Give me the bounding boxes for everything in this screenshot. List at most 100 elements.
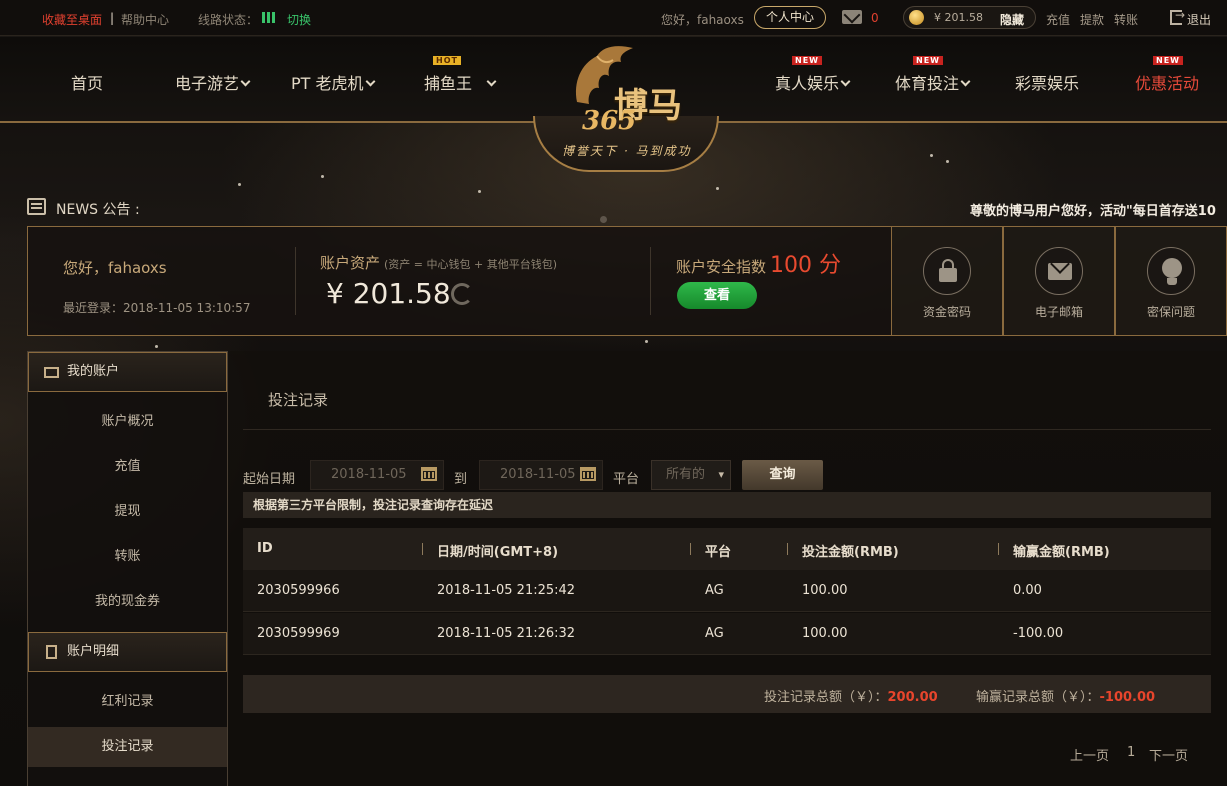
table-row: 2030599966 2018-11-05 21:25:42 AG 100.00… — [243, 570, 1211, 612]
assets-title: 账户资产 — [320, 254, 381, 272]
sidebar-section-label: 账户明细 — [67, 644, 120, 659]
add-to-desktop-link[interactable]: 收藏至桌面 — [42, 11, 102, 28]
nav-promotions[interactable]: 优惠活动 — [1135, 70, 1199, 94]
wallet-balance: ¥ 201.58 隐藏 — [903, 6, 1036, 29]
help-center-link[interactable]: 帮助中心 — [121, 11, 169, 28]
refresh-icon[interactable] — [451, 283, 473, 305]
star-decoration — [238, 183, 241, 186]
win-total-label: 输赢记录总额（￥）： — [976, 690, 1100, 705]
nav-live-casino[interactable]: 真人娱乐 — [775, 70, 851, 94]
sidebar: 我的账户 账户概况 充值 提现 转账 我的现金券 账户明细 红利记录 投注记录 — [27, 351, 228, 786]
cell-bet-amount: 100.00 — [802, 583, 848, 598]
chevron-down-icon — [240, 76, 251, 87]
email-card[interactable]: 电子邮箱 — [1003, 226, 1115, 336]
start-date-label: 起始日期 — [243, 472, 296, 487]
logout-icon[interactable] — [1170, 8, 1185, 25]
column-separator — [787, 543, 788, 555]
column-separator — [422, 543, 423, 555]
fund-password-card[interactable]: 资金密码 — [891, 226, 1003, 336]
cell-id: 2030599966 — [257, 583, 340, 598]
sidebar-item-withdraw[interactable]: 提现 — [28, 492, 227, 532]
sidebar-item-coupons[interactable]: 我的现金券 — [28, 582, 227, 622]
sidebar-item-transfer[interactable]: 转账 — [28, 537, 227, 577]
fund-password-label: 资金密码 — [922, 305, 971, 319]
calendar-icon[interactable] — [421, 467, 437, 481]
page-number[interactable]: 1 — [1127, 745, 1135, 760]
lock-icon — [939, 259, 957, 282]
sidebar-item-bonus-records[interactable]: 红利记录 — [28, 682, 227, 722]
next-page-button[interactable]: 下一页 — [1149, 745, 1188, 764]
star-decoration — [930, 154, 933, 157]
deposit-link[interactable]: 充值 — [1046, 11, 1070, 28]
new-badge: NEW — [1153, 56, 1183, 65]
prev-page-button[interactable]: 上一页 — [1070, 745, 1109, 764]
cell-id: 2030599969 — [257, 626, 340, 641]
cell-win-amount: -100.00 — [1013, 626, 1064, 641]
withdraw-link[interactable]: 提款 — [1080, 11, 1104, 28]
divider — [243, 429, 1211, 430]
security-score: 100 分 — [770, 253, 842, 278]
column-header: 输赢金额(RMB) — [1013, 545, 1110, 560]
news-label: NEWS 公告 : — [56, 202, 140, 218]
totals-bar: 投注记录总额（￥）：200.00 输赢记录总额（￥）：-100.00 — [243, 675, 1211, 713]
security-index: 账户安全指数 100 分 — [676, 247, 841, 279]
security-question-label: 密保问题 — [1146, 305, 1195, 319]
hot-badge: HOT — [433, 56, 461, 65]
platform-label: 平台 — [613, 472, 640, 487]
sidebar-item-deposit[interactable]: 充值 — [28, 447, 227, 487]
hide-balance-button[interactable]: 隐藏 — [1000, 11, 1024, 28]
column-separator — [998, 543, 999, 555]
win-total: 输赢记录总额（￥）：-100.00 — [976, 686, 1155, 705]
sidebar-section-account-details[interactable]: 账户明细 — [28, 632, 227, 672]
new-badge: NEW — [913, 56, 943, 65]
security-circle — [1035, 247, 1083, 295]
top-bar: 收藏至桌面 | 帮助中心 线路状态： 切换 您好，fahaoxs 个人中心 0 … — [0, 0, 1227, 36]
star-decoration — [716, 187, 719, 190]
sidebar-item-overview[interactable]: 账户概况 — [28, 402, 227, 442]
logo-number: 365 — [582, 106, 637, 136]
cell-platform: AG — [705, 583, 724, 598]
mail-icon — [1048, 263, 1072, 280]
nav-label: PT 老虎机 — [291, 74, 364, 93]
security-question-card[interactable]: 密保问题 — [1115, 226, 1227, 336]
nav-sports[interactable]: 体育投注 — [895, 70, 971, 94]
switch-line-link[interactable]: 切换 — [287, 11, 311, 28]
chevron-down-icon — [365, 76, 375, 87]
nav-fishing-king[interactable]: 捕鱼王 — [424, 70, 497, 94]
cell-datetime: 2018-11-05 21:26:32 — [437, 626, 576, 641]
nav-home[interactable]: 首页 — [71, 70, 103, 94]
star-decoration — [600, 216, 607, 223]
mail-count: 0 — [871, 11, 879, 25]
email-label: 电子邮箱 — [1034, 305, 1083, 319]
win-total-value: -100.00 — [1099, 690, 1156, 705]
logo-slogan: 博誉天下 · 马到成功 — [562, 144, 692, 158]
query-button[interactable]: 查询 — [742, 460, 823, 490]
nav-electronic-games[interactable]: 电子游艺 — [175, 70, 251, 94]
sidebar-item-bet-records[interactable]: 投注记录 — [28, 727, 227, 767]
chevron-down-icon — [486, 76, 497, 87]
platform-select[interactable]: 所有的 — [651, 460, 731, 490]
calendar-icon[interactable] — [580, 467, 596, 481]
balance-amount: ¥ 201.58 — [934, 11, 983, 24]
page-title: 投注记录 — [268, 391, 329, 409]
mail-icon[interactable] — [842, 10, 862, 24]
bet-total: 投注记录总额（￥）：200.00 — [764, 686, 938, 705]
coin-icon — [909, 10, 924, 25]
bet-total-value: 200.00 — [887, 690, 938, 705]
logout-link[interactable]: 退出 — [1187, 11, 1211, 28]
view-security-button[interactable]: 查看 — [677, 282, 757, 309]
assets-label: 账户资产 (资产 = 中心钱包 + 其他平台钱包) — [320, 252, 557, 273]
personal-center-button[interactable]: 个人中心 — [754, 6, 826, 29]
sidebar-section-my-account[interactable]: 我的账户 — [28, 352, 227, 392]
star-decoration — [946, 160, 949, 163]
nav-pt-slots[interactable]: PT 老虎机 — [291, 70, 375, 94]
star-decoration — [645, 340, 648, 343]
news-marquee[interactable]: 尊敬的博马用户您好，活动"每日首存送10 — [970, 200, 1216, 219]
nav-lottery[interactable]: 彩票娱乐 — [1015, 70, 1079, 94]
transfer-link[interactable]: 转账 — [1114, 11, 1138, 28]
nav-label: 彩票娱乐 — [1015, 74, 1080, 93]
main-content: 投注记录 起始日期 2018-11-05 到 2018-11-05 平台 所有的… — [228, 351, 1227, 786]
calculator-icon — [46, 645, 57, 659]
security-circle — [1147, 247, 1195, 295]
nav-label: 电子游艺 — [175, 74, 240, 93]
